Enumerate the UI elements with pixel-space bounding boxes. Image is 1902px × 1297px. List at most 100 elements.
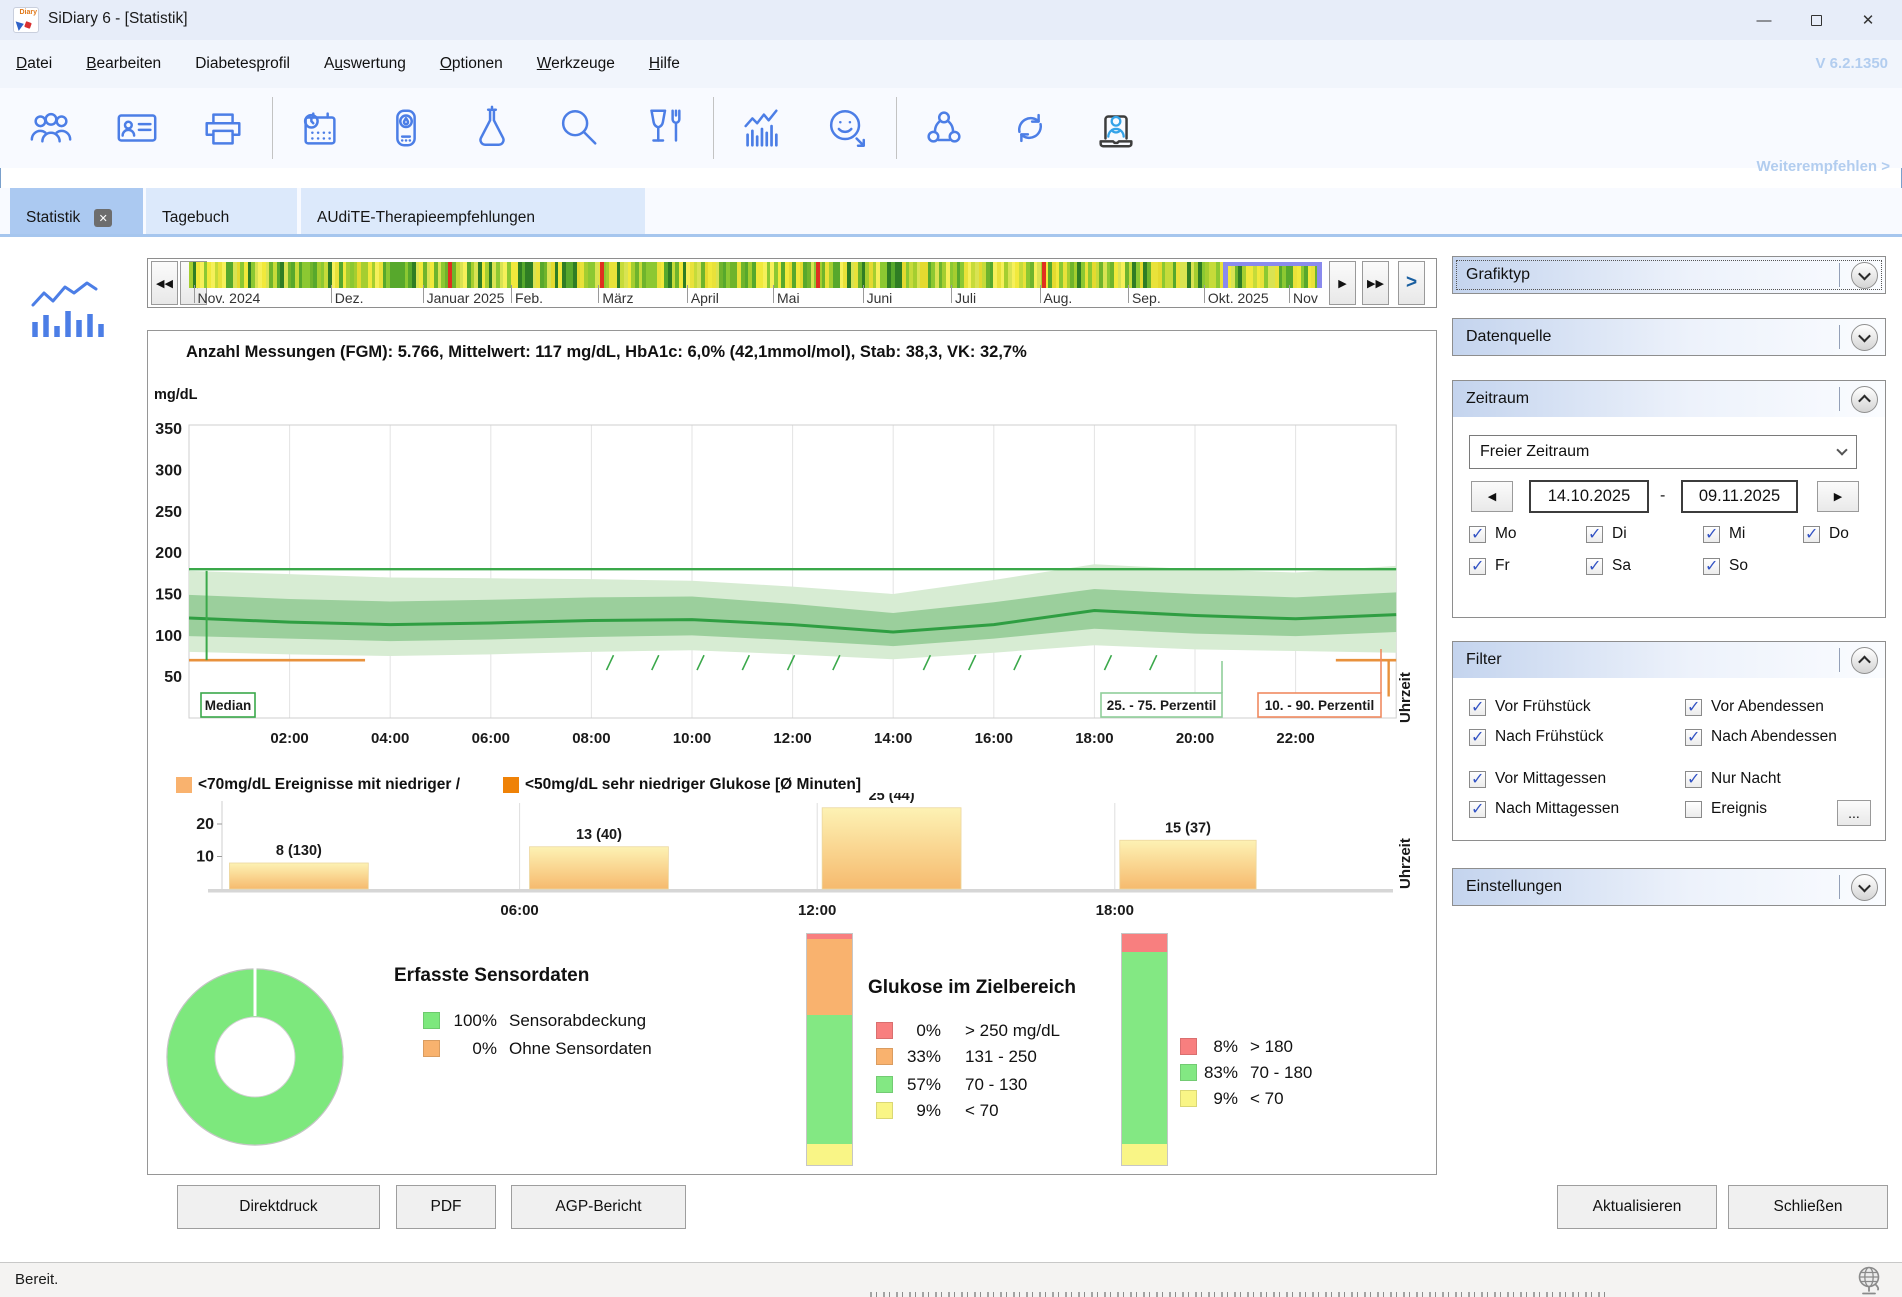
menu-item-diabetesprofil[interactable]: Diabetesprofil: [195, 55, 290, 73]
pdf-button[interactable]: PDF: [396, 1185, 496, 1229]
panel-zeitraum-header[interactable]: Zeitraum: [1453, 381, 1885, 417]
referral-link[interactable]: Weiterempfehlen >: [1756, 158, 1890, 175]
schlie-en-button[interactable]: Schließen: [1728, 1185, 1888, 1229]
glucose-meter-icon[interactable]: [381, 103, 431, 153]
legend-pct: 0%: [898, 1021, 941, 1041]
legend-swatch: [1180, 1064, 1197, 1081]
minimize-button[interactable]: —: [1738, 0, 1790, 40]
date-to-field[interactable]: 09.11.2025: [1681, 480, 1798, 513]
timeline-red-day: [600, 262, 604, 288]
low-legend-label: <70mg/dL Ereignisse mit niedriger /: [198, 776, 460, 794]
svg-text:Uhrzeit: Uhrzeit: [1397, 672, 1414, 723]
menu-item-hilfe[interactable]: Hilfe: [649, 55, 680, 73]
search-icon[interactable]: [553, 103, 603, 153]
direktdruck-button[interactable]: Direktdruck: [177, 1185, 380, 1229]
panel-einstellungen-header[interactable]: Einstellungen: [1453, 869, 1885, 905]
panel-filter-body: Vor FrühstückNach FrühstückVor Mittagess…: [1453, 678, 1885, 840]
tab-tagebuch[interactable]: Tagebuch: [146, 188, 297, 234]
timeline-next-button[interactable]: ▶: [1329, 261, 1356, 305]
checkbox-weekday-mo[interactable]: [1469, 526, 1486, 543]
checkbox-filter-0[interactable]: [1469, 699, 1486, 716]
legend-pct: 9%: [898, 1101, 941, 1121]
checkbox-label: Vor Mittagessen: [1495, 770, 1606, 788]
timeline-density-strip[interactable]: [189, 262, 1323, 288]
summary-stats-line: Anzahl Messungen (FGM): 5.766, Mittelwer…: [186, 343, 1027, 362]
chevron-up-icon[interactable]: [1851, 386, 1878, 413]
checkbox-filter2-3[interactable]: [1685, 801, 1702, 818]
aktualisieren-button[interactable]: Aktualisieren: [1557, 1185, 1717, 1229]
users-icon[interactable]: [26, 103, 76, 153]
timeline-month-tick: [773, 285, 774, 303]
legend-pct: 9%: [1202, 1089, 1238, 1109]
checkbox-label: Di: [1612, 525, 1627, 543]
checkbox-filter2-0[interactable]: [1685, 699, 1702, 716]
svg-text:100: 100: [155, 628, 182, 645]
filter-1: Nach Frühstück: [1469, 728, 1604, 746]
printer-icon[interactable]: [198, 103, 248, 153]
panel-grafiktyp-header[interactable]: Grafiktyp: [1453, 257, 1885, 293]
window-title: SiDiary 6 - [Statistik]: [48, 10, 188, 28]
tab-audite-therapieempfehlungen[interactable]: AUdiTE-Therapieempfehlungen: [301, 188, 645, 234]
contact-card-icon[interactable]: [112, 103, 162, 153]
menu-item-werkzeuge[interactable]: Werkzeuge: [537, 55, 615, 73]
panel-datenquelle: Datenquelle: [1452, 318, 1886, 356]
low-events-bar: [822, 808, 961, 889]
timeline-month-label: März: [602, 290, 633, 306]
checkbox-weekday-fr[interactable]: [1469, 558, 1486, 575]
menu-item-bearbeiten[interactable]: Bearbeiten: [86, 55, 161, 73]
logbook-icon[interactable]: [295, 103, 345, 153]
app-window: Diary SiDiary 6 - [Statistik] — ✕ DateiB…: [0, 0, 1902, 1297]
tab-statistik[interactable]: Statistik✕: [10, 188, 143, 234]
checkbox-weekday-di[interactable]: [1586, 526, 1603, 543]
checkbox-filter-3[interactable]: [1469, 801, 1486, 818]
share-icon[interactable]: [919, 103, 969, 153]
agp-bericht-button[interactable]: AGP-Bericht: [511, 1185, 686, 1229]
chevron-up-icon[interactable]: [1851, 647, 1878, 674]
low-legend-label: <50mg/dL sehr niedriger Glukose [Ø Minut…: [525, 776, 861, 794]
sync-icon[interactable]: [1005, 103, 1055, 153]
timeline-last-button[interactable]: ▶▶: [1362, 261, 1389, 305]
checkbox-weekday-do[interactable]: [1803, 526, 1820, 543]
legend-range: > 250 mg/dL: [965, 1021, 1060, 1041]
timeline-selection[interactable]: [1223, 262, 1322, 288]
checkbox-weekday-mi[interactable]: [1703, 526, 1720, 543]
chevron-down-icon[interactable]: [1851, 262, 1878, 289]
lab-flask-icon[interactable]: [467, 103, 517, 153]
checkbox-filter-1[interactable]: [1469, 729, 1486, 746]
date-from-field[interactable]: 14.10.2025: [1529, 480, 1649, 513]
checkbox-filter2-2[interactable]: [1685, 771, 1702, 788]
svg-text:250: 250: [155, 504, 182, 521]
timeline-month-label: Feb.: [515, 290, 543, 306]
toolbar-separator: [713, 97, 714, 159]
period-back-button[interactable]: ◀: [1471, 481, 1513, 512]
chevron-down-icon[interactable]: [1851, 874, 1878, 901]
telemedicine-icon[interactable]: [1091, 103, 1141, 153]
maximize-button[interactable]: [1790, 0, 1842, 40]
close-button[interactable]: ✕: [1842, 0, 1894, 40]
svg-text:12:00: 12:00: [798, 902, 836, 919]
checkbox-filter2-1[interactable]: [1685, 729, 1702, 746]
checkbox-filter-2[interactable]: [1469, 771, 1486, 788]
menu-item-auswertung[interactable]: Auswertung: [324, 55, 406, 73]
wellbeing-icon[interactable]: [822, 103, 872, 153]
statistics-icon[interactable]: [736, 103, 786, 153]
tab-close-icon[interactable]: ✕: [94, 209, 112, 227]
checkbox-weekday-so[interactable]: [1703, 558, 1720, 575]
panel-einstellungen-title: Einstellungen: [1453, 878, 1839, 896]
period-forward-button[interactable]: ▶: [1817, 481, 1859, 512]
panel-datenquelle-header[interactable]: Datenquelle: [1453, 319, 1885, 355]
period-preset-select[interactable]: Freier Zeitraum: [1469, 435, 1857, 469]
chevron-down-icon[interactable]: [1851, 324, 1878, 351]
low-legend-swatch: [176, 777, 192, 793]
low-events-bar: [1120, 840, 1256, 889]
tir-bar: [1121, 933, 1168, 1166]
menu-item-optionen[interactable]: Optionen: [440, 55, 503, 73]
panel-filter-header[interactable]: Filter: [1453, 642, 1885, 678]
timeline-first-button[interactable]: ◀◀: [151, 261, 178, 305]
nutrition-icon[interactable]: [639, 103, 689, 153]
menu-item-datei[interactable]: Datei: [16, 55, 52, 73]
timeline-forward-button[interactable]: >: [1398, 261, 1425, 305]
checkbox-weekday-sa[interactable]: [1586, 558, 1603, 575]
panel-grafiktyp-title: Grafiktyp: [1453, 266, 1839, 284]
filter-more-button[interactable]: ...: [1837, 800, 1871, 826]
